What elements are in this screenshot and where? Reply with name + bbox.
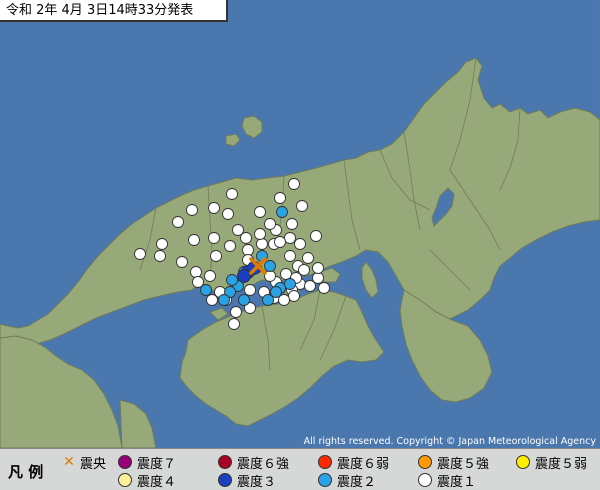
legend-item-intensity5plus: 震度５強 — [418, 453, 490, 472]
intensity6plus-dot-icon — [218, 455, 232, 469]
station-intensity2 — [218, 294, 230, 306]
intensity4-dot-icon — [118, 473, 132, 487]
station-intensity1 — [304, 280, 316, 292]
station-intensity1 — [288, 290, 300, 302]
legend-item-intensity1: 震度１ — [418, 471, 477, 490]
station-intensity1 — [244, 284, 256, 296]
legend-item-label: 震度１ — [437, 474, 477, 490]
station-intensity2 — [284, 278, 296, 290]
station-intensity1 — [294, 238, 306, 250]
station-intensity1 — [274, 236, 286, 248]
intensity5minus-dot-icon — [516, 455, 530, 469]
legend-item-label: 震度６弱 — [337, 456, 390, 472]
report-timestamp: 令和 2年 4月 3日14時33分発表 — [0, 0, 228, 22]
station-intensity1 — [188, 234, 200, 246]
intensity6minus-dot-icon — [318, 455, 332, 469]
map-stage: 令和 2年 4月 3日14時33分発表 All rights reserved.… — [0, 0, 600, 490]
station-intensity1 — [186, 204, 198, 216]
station-intensity2 — [238, 294, 250, 306]
legend-item-label: 震度２ — [337, 474, 377, 490]
epicenter-x-icon: ✕ — [63, 454, 75, 470]
station-intensity1 — [172, 216, 184, 228]
legend-item-intensity2: 震度２ — [318, 471, 377, 490]
station-intensity1 — [190, 266, 202, 278]
station-intensity1 — [256, 238, 268, 250]
station-intensity1 — [208, 232, 220, 244]
station-intensity1 — [280, 268, 292, 280]
station-intensity2 — [226, 274, 238, 286]
legend-item-intensity7: 震度７ — [118, 453, 177, 472]
station-intensity2 — [200, 284, 212, 296]
legend-epicenter-label: 震央 — [80, 456, 107, 472]
station-intensity2 — [270, 286, 282, 298]
station-intensity1 — [242, 244, 254, 256]
legend-item-label: 震度７ — [137, 456, 177, 472]
legend-item-label: 震度４ — [137, 474, 177, 490]
legend-panel: 凡 例 ✕ 震央 震度７ 震度６強 震度６弱 震度５強 震度５弱 震度４ 震度３… — [0, 448, 600, 490]
station-intensity1 — [206, 294, 218, 306]
intensity5plus-dot-icon — [418, 455, 432, 469]
station-intensity1 — [296, 200, 308, 212]
legend-epicenter: ✕ 震央 — [62, 453, 107, 472]
legend-item-intensity6minus: 震度６弱 — [318, 453, 390, 472]
station-intensity1 — [228, 318, 240, 330]
station-intensity1 — [134, 248, 146, 260]
station-intensity1 — [222, 208, 234, 220]
station-intensity1 — [226, 188, 238, 200]
station-intensity1 — [156, 238, 168, 250]
station-intensity1 — [230, 306, 242, 318]
legend-title: 凡 例 — [8, 463, 44, 481]
intensity-map — [0, 0, 600, 448]
legend-item-label: 震度６強 — [237, 456, 290, 472]
station-intensity1 — [288, 178, 300, 190]
station-intensity1 — [204, 270, 216, 282]
station-intensity1 — [284, 250, 296, 262]
station-intensity1 — [318, 282, 330, 294]
station-intensity1 — [302, 252, 314, 264]
station-intensity1 — [240, 232, 252, 244]
legend-item-label: 震度３ — [237, 474, 277, 490]
intensity3-dot-icon — [218, 473, 232, 487]
station-intensity1 — [254, 206, 266, 218]
intensity1-dot-icon — [418, 473, 432, 487]
legend-item-intensity3: 震度３ — [218, 471, 277, 490]
station-intensity1 — [224, 240, 236, 252]
copyright-notice: All rights reserved. Copyright © Japan M… — [303, 436, 596, 447]
station-intensity1 — [210, 250, 222, 262]
legend-item-label: 震度５弱 — [535, 456, 588, 472]
station-intensity2 — [276, 206, 288, 218]
station-intensity2 — [264, 260, 276, 272]
station-intensity1 — [312, 262, 324, 274]
station-intensity1 — [154, 250, 166, 262]
station-intensity1 — [264, 218, 276, 230]
legend-item-intensity4: 震度４ — [118, 471, 177, 490]
intensity7-dot-icon — [118, 455, 132, 469]
station-intensity1 — [274, 192, 286, 204]
intensity2-dot-icon — [318, 473, 332, 487]
station-intensity1 — [284, 232, 296, 244]
legend-item-intensity6plus: 震度６強 — [218, 453, 290, 472]
station-intensity1 — [286, 218, 298, 230]
station-intensity1 — [208, 202, 220, 214]
station-intensity1 — [310, 230, 322, 242]
station-intensity1 — [176, 256, 188, 268]
legend-item-intensity5minus: 震度５弱 — [516, 453, 588, 472]
station-intensity3 — [237, 269, 251, 283]
station-intensity1 — [254, 228, 266, 240]
legend-item-label: 震度５強 — [437, 456, 490, 472]
